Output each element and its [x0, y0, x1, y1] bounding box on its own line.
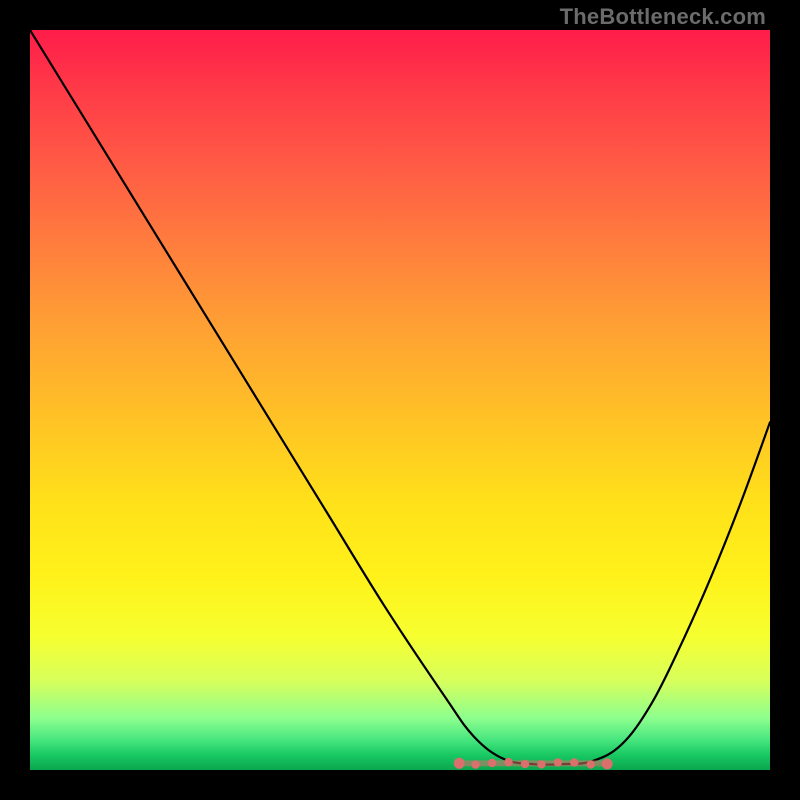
curve-group — [30, 30, 770, 765]
chart-svg — [30, 30, 770, 770]
marker-dot — [521, 760, 529, 768]
marker-band-group — [454, 758, 613, 770]
marker-dot — [488, 759, 496, 767]
marker-dot — [554, 758, 562, 766]
chart-frame: TheBottleneck.com — [0, 0, 800, 800]
bottleneck-curve — [30, 30, 770, 765]
plot-area — [30, 30, 770, 770]
marker-dot — [570, 758, 578, 766]
marker-dot — [537, 760, 545, 768]
marker-dot — [454, 758, 465, 769]
watermark-text: TheBottleneck.com — [560, 4, 766, 30]
marker-dot — [602, 758, 613, 769]
marker-dot — [471, 760, 479, 768]
marker-dot — [504, 758, 512, 766]
marker-dot — [587, 760, 595, 768]
